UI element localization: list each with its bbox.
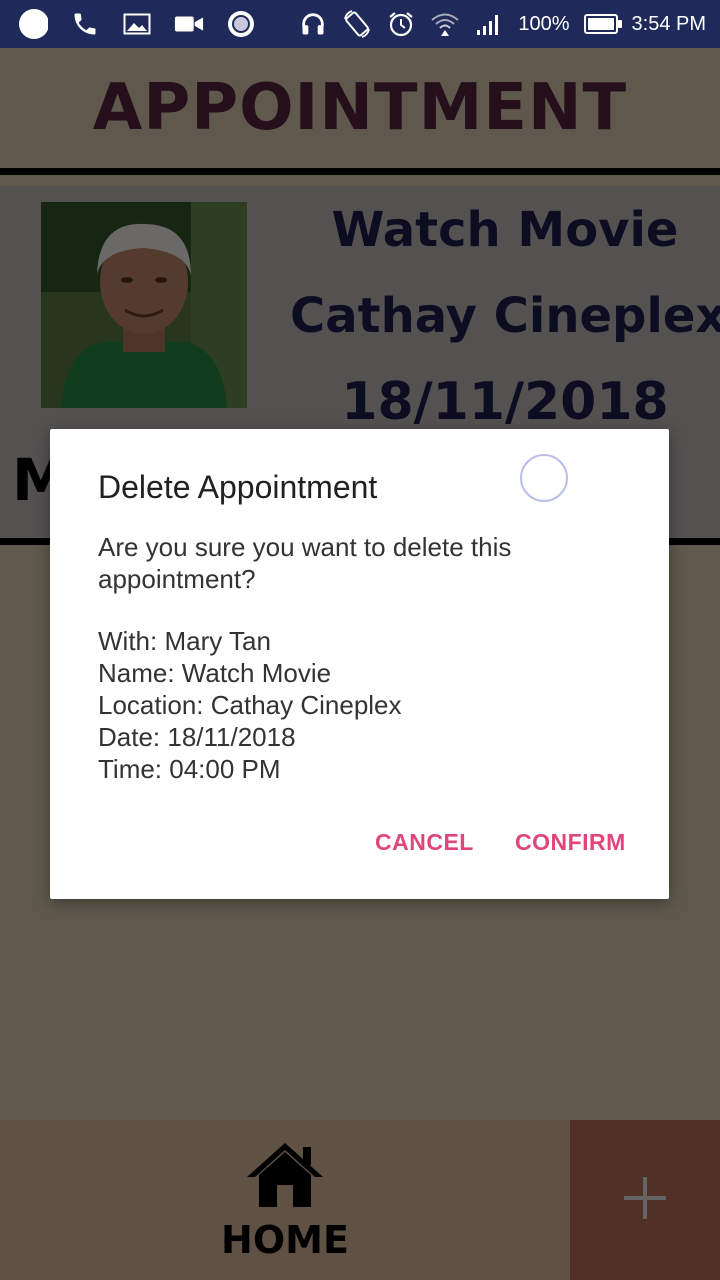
clock: 3:54 PM [631, 12, 706, 35]
cancel-button[interactable]: CANCEL [375, 829, 474, 856]
loading-spinner [520, 454, 568, 502]
headphones-icon [298, 9, 328, 39]
wifi-icon [430, 9, 460, 39]
delete-dialog: Delete Appointment Are you sure you want… [50, 429, 669, 899]
dialog-message: Are you sure you want to delete this app… [98, 532, 512, 594]
record-icon [18, 9, 48, 39]
dialog-title: Delete Appointment [98, 469, 378, 505]
signal-icon [474, 9, 504, 39]
phone-icon [70, 9, 100, 39]
status-right-icons: 100% 3:54 PM [298, 0, 706, 48]
detail-name: Name: Watch Movie [98, 658, 332, 688]
confirm-button[interactable]: CONFIRM [515, 829, 626, 856]
video-icon [174, 9, 204, 39]
image-icon [122, 9, 152, 39]
rotate-icon [342, 9, 372, 39]
detail-time: Time: 04:00 PM [98, 754, 281, 784]
dialog-details: With: Mary Tan Name: Watch Movie Locatio… [98, 625, 402, 785]
battery-percent: 100% [518, 12, 570, 35]
alarm-icon [386, 9, 416, 39]
detail-date: Date: 18/11/2018 [98, 722, 296, 752]
detail-location: Location: Cathay Cineplex [98, 690, 402, 720]
detail-with: With: Mary Tan [98, 626, 271, 656]
target-icon [226, 9, 256, 39]
status-bar: 100% 3:54 PM [0, 0, 720, 48]
status-left-icons [18, 0, 256, 48]
battery-icon [583, 14, 622, 34]
